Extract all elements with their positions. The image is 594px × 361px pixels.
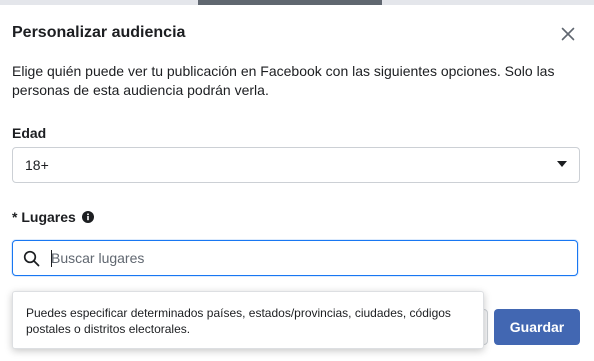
search-icon [23, 250, 40, 267]
location-search-field[interactable] [12, 240, 578, 276]
locations-tooltip-text: Puedes especificar determinados países, … [26, 306, 451, 336]
location-search-input[interactable] [51, 247, 561, 269]
save-button[interactable]: Guardar [494, 309, 580, 345]
dialog-title: Personalizar audiencia [12, 24, 186, 41]
customize-audience-dialog: Personalizar audiencia Elige quién puede… [0, 5, 594, 361]
locations-label: * Lugares [12, 209, 76, 225]
age-select-value: 18+ [25, 157, 49, 173]
age-select[interactable]: 18+ [12, 147, 580, 183]
caret-down-icon [557, 161, 567, 167]
locations-tooltip: Puedes especificar determinados países, … [12, 291, 484, 349]
close-button[interactable] [556, 22, 580, 46]
age-label: Edad [12, 125, 47, 141]
info-icon[interactable] [81, 211, 94, 223]
locations-label-row: * Lugares [12, 209, 94, 225]
dialog-description: Elige quién puede ver tu publicación en … [12, 63, 555, 98]
text-cursor [51, 250, 52, 267]
close-icon [561, 27, 575, 41]
